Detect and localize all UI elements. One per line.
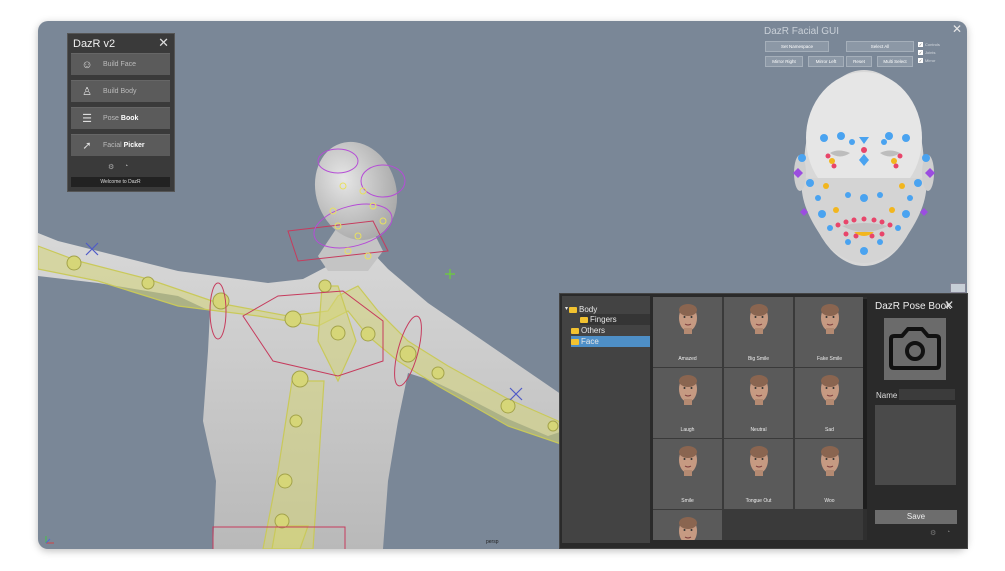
help-icon[interactable]: ◔	[946, 529, 950, 536]
pose-caption: Laugh	[680, 427, 695, 433]
pose-caption: Neutral	[750, 427, 767, 433]
window-toggle-icon[interactable]	[950, 283, 966, 293]
axis-gizmo	[45, 536, 54, 544]
pose-caption: Amazed	[678, 356, 697, 362]
checkmark-icon: ✓	[918, 50, 923, 55]
name-label: Name	[876, 391, 898, 400]
pose-caption: Tongue Out	[745, 498, 772, 504]
vertical-scrollbar[interactable]	[863, 297, 867, 540]
pose-name-input[interactable]	[899, 389, 955, 400]
camera-label: persp	[486, 539, 499, 545]
folder-icon	[571, 338, 579, 345]
close-icon[interactable]: ✕	[952, 22, 962, 36]
mirror-left-button[interactable]: Mirror Left	[808, 56, 844, 67]
build-body-button[interactable]: ♙ Build Body	[71, 80, 170, 102]
pose-thumbnail[interactable]: Tongue Out	[724, 439, 793, 509]
pose-caption: Sad	[825, 427, 834, 433]
pose-grid[interactable]: Amazed Big Smile Fake Smile Laugh Neutral Sad…	[653, 297, 863, 540]
dazr-title: DazR v2	[73, 38, 116, 50]
close-icon[interactable]: ✕	[944, 298, 954, 312]
pose-caption: Smile	[681, 498, 694, 504]
pose-list-icon: ☰	[82, 113, 92, 125]
set-namespace-button[interactable]: Set Namespace	[765, 41, 829, 52]
face-preview-icon	[679, 517, 697, 540]
settings-icon[interactable]: ⚙	[930, 529, 936, 537]
multi-select-button[interactable]: Multi Select	[877, 56, 913, 67]
face-preview-icon	[750, 375, 768, 405]
pose-thumbnail[interactable]	[653, 510, 722, 540]
camera-icon	[889, 327, 941, 370]
pose-thumbnail[interactable]: Sad	[795, 368, 863, 438]
face-preview-icon	[679, 375, 697, 405]
face-preview-icon	[750, 304, 768, 334]
folder-icon	[580, 316, 588, 323]
face-preview-icon	[821, 375, 839, 405]
cursor-pointer-icon: ➚	[82, 140, 92, 152]
pose-book-label-bold: Book	[120, 115, 139, 122]
select-all-button[interactable]: Select All	[846, 41, 914, 52]
save-button[interactable]: Save	[875, 510, 957, 524]
pose-thumbnail[interactable]: Fake Smile	[795, 297, 863, 367]
expand-arrow-icon[interactable]: ▾	[565, 304, 568, 315]
settings-icon[interactable]: ⚙	[108, 163, 114, 171]
folder-icon	[569, 306, 578, 313]
mirror-checkbox[interactable]: ✓ Mirror	[918, 58, 935, 63]
pose-description-area[interactable]	[875, 405, 956, 485]
face-preview-icon	[679, 446, 697, 476]
body-outline-icon: ♙	[82, 86, 92, 98]
pose-book-title: DazR Pose Book	[875, 301, 952, 312]
scrollbar-thumb[interactable]	[863, 299, 867, 509]
tree-item-others[interactable]: Others	[571, 325, 605, 336]
checkmark-icon: ✓	[918, 58, 923, 63]
face-preview-icon	[821, 446, 839, 476]
face-preview-icon	[679, 304, 697, 334]
close-icon[interactable]: ✕	[158, 35, 169, 51]
face-preview-icon	[750, 446, 768, 476]
reset-button[interactable]: Reset	[846, 56, 872, 67]
tree-item-fingers[interactable]: Fingers	[580, 314, 650, 325]
tree-item-face[interactable]: Face	[571, 336, 650, 347]
head-mesh	[314, 141, 398, 241]
build-face-button[interactable]: ☺ Build Face	[71, 53, 170, 75]
pose-thumbnail[interactable]: Amazed	[653, 297, 722, 367]
help-icon[interactable]: ◔	[124, 163, 128, 170]
pose-caption: Big Smile	[747, 356, 770, 362]
pose-caption: Fake Smile	[816, 356, 842, 362]
facial-picker-head[interactable]	[790, 68, 940, 276]
build-body-label: Build Body	[103, 88, 137, 95]
status-bar: Welcome to DazR	[71, 177, 170, 187]
joints-checkbox[interactable]: ✓ Joints	[918, 50, 935, 55]
controls-checkbox[interactable]: ✓ Controls	[918, 42, 940, 47]
pose-book-button[interactable]: ☰ Pose Book	[71, 107, 170, 129]
facial-picker-button[interactable]: ➚ Facial Picker	[71, 134, 170, 156]
dazr-panel: DazR v2 ✕ ☺ Build Face ♙ Build Body ☰ Po…	[67, 33, 175, 192]
mirror-right-button[interactable]: Mirror Right	[765, 56, 803, 67]
pose-book-label: Pose	[103, 115, 121, 122]
pose-caption: Woo	[824, 498, 835, 504]
pose-thumbnail[interactable]: Neutral	[724, 368, 793, 438]
facial-picker-label: Facial	[103, 142, 124, 149]
build-face-label: Build Face	[103, 61, 137, 68]
facial-picker-label-bold: Picker	[123, 142, 145, 149]
pivot-marker	[445, 269, 455, 279]
pose-thumbnail[interactable]: Laugh	[653, 368, 722, 438]
capture-thumbnail-button[interactable]	[884, 318, 946, 380]
checkmark-icon: ✓	[918, 42, 923, 47]
face-preview-icon	[821, 304, 839, 334]
folder-icon	[571, 327, 579, 334]
pose-thumbnail[interactable]: Smile	[653, 439, 722, 509]
pose-thumbnail[interactable]: Big Smile	[724, 297, 793, 367]
pose-thumbnail[interactable]: Woo	[795, 439, 863, 509]
facial-gui-title: DazR Facial GUI	[764, 26, 840, 37]
face-outline-icon: ☺	[81, 58, 93, 71]
category-tree[interactable]: ▾ Body Fingers Others Face	[562, 296, 650, 543]
